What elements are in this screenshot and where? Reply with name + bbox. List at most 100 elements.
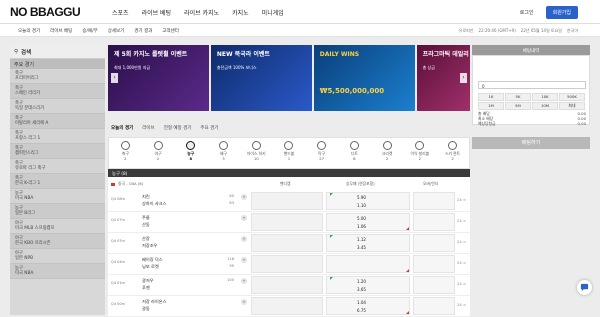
over-under-cell[interactable] (413, 213, 455, 231)
odd-away[interactable]: 6.75 (357, 309, 366, 313)
sidebar-item[interactable]: 야구 미국 MLB 스프링캠프 (10, 219, 105, 234)
tab-today[interactable]: 오늘의 경기 (111, 125, 133, 135)
banner-baccarat[interactable]: NEW 북국라 이벤트 충전금액 100% 보너스 (210, 45, 312, 111)
expand-icon[interactable]: + (241, 278, 247, 284)
amount-chip[interactable]: 10K (532, 93, 558, 101)
banner-roulette[interactable]: 제 5회 카지노 룰렛휠 이벤트 최대 1,000만원 지급 ‹ (108, 45, 209, 111)
sidebar-item[interactable]: 축구 챔피언스리그 (10, 144, 105, 159)
sidebar-item[interactable]: 야구 일본 NPB (10, 249, 105, 264)
subnav-live[interactable]: 라이브 베팅 (50, 28, 72, 34)
more-markets[interactable]: 24 > (457, 302, 466, 307)
moneyline-cell[interactable]: 1.04 6.75 (326, 297, 410, 315)
nav-sports[interactable]: 스포츠 (112, 8, 129, 17)
subnav-today[interactable]: 오늘의 경기 (18, 28, 40, 34)
subnav-results[interactable]: 경기 결과 (134, 28, 152, 34)
over-under-cell[interactable] (413, 255, 455, 273)
more-markets[interactable]: 24 > (457, 260, 466, 265)
sidebar-item[interactable]: 농구 미국 NBA (10, 264, 105, 279)
amount-chip[interactable]: 최대 (559, 102, 585, 110)
sidebar-search[interactable]: ⚲ 검색 (10, 45, 105, 59)
sport-8[interactable]: 크리켓 2 (374, 141, 400, 161)
nav-casino[interactable]: 카지노 (232, 8, 249, 17)
sidebar-item[interactable]: 농구 미국 NBA (10, 189, 105, 204)
banner-daily-wins[interactable]: DAILY WINS ₩5,500,000,000 (313, 45, 415, 111)
odd-home[interactable]: 1.12 (357, 238, 366, 242)
amount-chip[interactable]: 5K (505, 93, 531, 101)
odd-home[interactable]: 1.04 (357, 301, 366, 305)
sidebar-item[interactable]: 축구 프랑스 리그 1 (10, 129, 105, 144)
sport-4[interactable]: 아이스 하키 10 (243, 141, 269, 161)
expand-icon[interactable]: + (241, 236, 247, 242)
odd-away[interactable]: 1.10 (357, 204, 366, 208)
moneyline-cell[interactable] (326, 255, 410, 273)
sidebar-item[interactable]: 축구 스페인 라리가 (10, 84, 105, 99)
tab-live[interactable]: 라이브 (142, 125, 154, 135)
handicap-cell[interactable] (251, 234, 323, 252)
handicap-cell[interactable] (251, 297, 323, 315)
odd-away[interactable]: 3.65 (357, 288, 366, 292)
sport-6[interactable]: 탁구 27 (309, 141, 335, 161)
odd-home[interactable]: 5.90 (357, 196, 366, 200)
over-under-cell[interactable] (413, 297, 455, 315)
sidebar-item[interactable]: 축구 프리미어리그 (10, 69, 105, 84)
language-select[interactable]: 한국어 (567, 28, 578, 34)
subnav-winlose[interactable]: 승/패/무 (82, 28, 97, 34)
handicap-cell[interactable] (251, 213, 323, 231)
logo[interactable]: NO BBAGGU (10, 5, 81, 19)
chevron-right-icon[interactable]: › (459, 73, 467, 83)
nav-live-casino[interactable]: 라이브 카지노 (184, 8, 219, 17)
sidebar-item[interactable]: 축구 이탈리아 세리에 A (10, 114, 105, 129)
nav-minigame[interactable]: 미니게임 (262, 8, 284, 17)
amount-chip[interactable]: 500K (559, 93, 585, 101)
sport-3[interactable]: 배구 3 (211, 141, 237, 161)
expand-icon[interactable]: + (241, 299, 247, 305)
place-bet-button[interactable]: 베팅하기 (472, 137, 590, 149)
expand-icon[interactable]: + (241, 215, 247, 221)
moneyline-cell[interactable]: 1.12 3.45 (326, 234, 410, 252)
banner-pragmatic[interactable]: 프라그마틱 데일리 총 상금 › (416, 45, 470, 111)
chat-button[interactable] (577, 280, 592, 295)
sport-10[interactable]: 스키 퀸트 2 (440, 141, 466, 161)
more-markets[interactable]: 24 > (457, 197, 466, 202)
sidebar-item[interactable]: 축구 한국 K-리그 1 (10, 174, 105, 189)
sidebar-item[interactable]: 농구 일본 B리그 (10, 204, 105, 219)
join-button[interactable]: 회원가입 (545, 6, 578, 19)
over-under-cell[interactable] (413, 234, 455, 252)
sidebar-item[interactable]: 축구 유로파 리그 축구 (10, 159, 105, 174)
chevron-left-icon[interactable]: ‹ (111, 73, 118, 83)
more-markets[interactable]: 24 > (457, 239, 466, 244)
over-under-cell[interactable] (413, 276, 455, 294)
sport-0[interactable]: 축구 2 (112, 141, 138, 161)
handicap-cell[interactable] (251, 276, 323, 294)
sport-9[interactable]: 이익 발리볼 2 (407, 141, 433, 161)
more-markets[interactable]: 24 > (457, 281, 466, 286)
tab-featured[interactable]: 주요 경기 (200, 125, 218, 135)
moneyline-cell[interactable]: 5.00 1.06 (326, 213, 410, 231)
amount-chip[interactable]: 5M (505, 102, 531, 110)
subnav-support[interactable]: 고객센터 (162, 28, 179, 34)
login-button[interactable]: 로그인 (514, 7, 540, 18)
odds-format-select[interactable]: 유로피안 (459, 28, 474, 34)
expand-icon[interactable]: + (241, 257, 247, 263)
odd-home[interactable]: 5.00 (357, 217, 366, 221)
over-under-cell[interactable] (413, 192, 455, 210)
sport-5[interactable]: 핸드볼 1 (276, 141, 302, 161)
bet-amount-input[interactable]: 0 (478, 81, 586, 89)
amount-chip[interactable]: 10M (532, 102, 558, 110)
subnav-detail[interactable]: 상세보기 (108, 28, 125, 34)
sidebar-item[interactable]: 야구 한국 KBO 프리시즌 (10, 234, 105, 249)
expand-icon[interactable]: + (241, 194, 247, 200)
more-markets[interactable]: 24 > (457, 218, 466, 223)
tab-upcoming[interactable]: 전형 예정 경기 (164, 125, 192, 135)
amount-chip[interactable]: 1M (478, 102, 504, 110)
moneyline-cell[interactable]: 5.90 1.10 (326, 192, 410, 210)
handicap-cell[interactable] (251, 255, 323, 273)
moneyline-cell[interactable]: 1.20 3.65 (326, 276, 410, 294)
amount-chip[interactable]: 1K (478, 93, 504, 101)
odd-home[interactable]: 1.20 (357, 280, 366, 284)
odd-away[interactable]: 3.45 (357, 246, 366, 250)
sidebar-item[interactable]: 축구 독일 분데스리가 (10, 99, 105, 114)
handicap-cell[interactable] (251, 192, 323, 210)
sport-7[interactable]: 다트 6 (341, 141, 367, 161)
sport-1[interactable]: 야구 2 (145, 141, 171, 161)
